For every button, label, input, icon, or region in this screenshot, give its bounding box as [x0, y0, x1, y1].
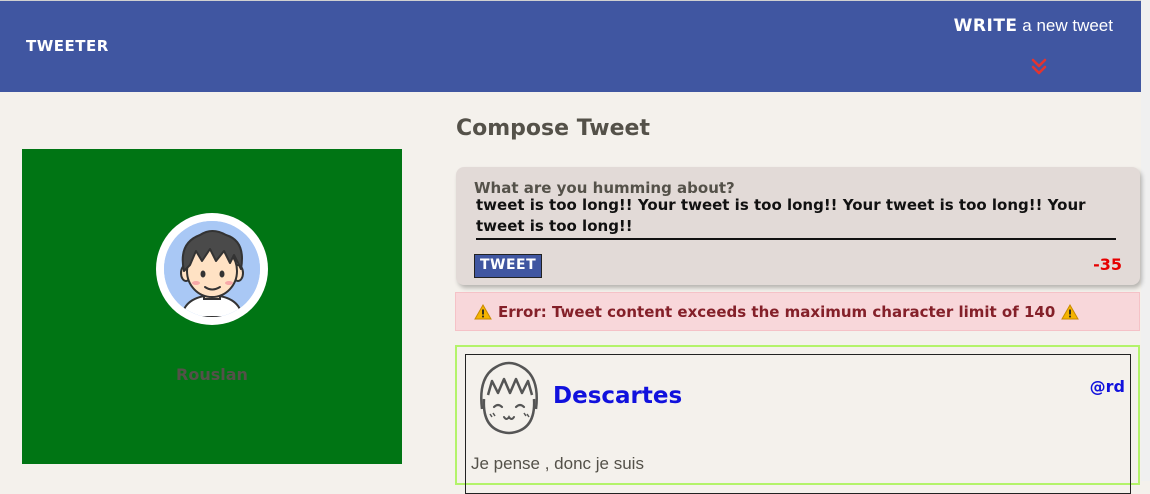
- error-message: Error: Tweet content exceeds the maximum…: [498, 303, 1056, 321]
- tweet-textarea[interactable]: tweet is too long!! Your tweet is too lo…: [476, 195, 1116, 240]
- error-row: Error: Tweet content exceeds the maximum…: [474, 303, 1080, 321]
- tweet-submit-button[interactable]: TWEET: [474, 254, 543, 278]
- tweet-list: Descartes @rd Je pense , donc je suis: [455, 345, 1140, 494]
- tweet-author-name: Descartes: [553, 383, 683, 409]
- profile-avatar-ring: [156, 213, 268, 325]
- tweet-content: Je pense , donc je suis: [471, 454, 644, 473]
- character-counter: -35: [1093, 255, 1122, 274]
- compose-title: Compose Tweet: [456, 116, 650, 141]
- girl-avatar-icon: [480, 361, 538, 435]
- write-label-rest: a new tweet: [1017, 16, 1113, 35]
- warning-icon: [474, 304, 492, 320]
- error-alert: Error: Tweet content exceeds the maximum…: [455, 292, 1140, 331]
- brand-logo[interactable]: TWEETER: [26, 37, 109, 55]
- compose-form: What are you humming about? tweet is too…: [456, 167, 1140, 285]
- profile-card: Rouslan: [22, 149, 402, 464]
- tweet-author-handle: @rd: [1089, 377, 1125, 396]
- warning-icon: [1061, 304, 1080, 320]
- write-new-tweet-link[interactable]: WRITE a new tweet: [954, 16, 1113, 36]
- boy-avatar-icon: [164, 221, 260, 317]
- top-nav: TWEETER WRITE a new tweet: [0, 0, 1141, 92]
- write-label-strong: WRITE: [953, 16, 1018, 36]
- page-scrollbar[interactable]: [1141, 0, 1150, 481]
- double-chevron-down-icon[interactable]: [1030, 56, 1048, 78]
- profile-avatar: [164, 221, 260, 317]
- tweet-card: Descartes @rd Je pense , donc je suis: [465, 354, 1131, 494]
- profile-name: Rouslan: [176, 365, 248, 384]
